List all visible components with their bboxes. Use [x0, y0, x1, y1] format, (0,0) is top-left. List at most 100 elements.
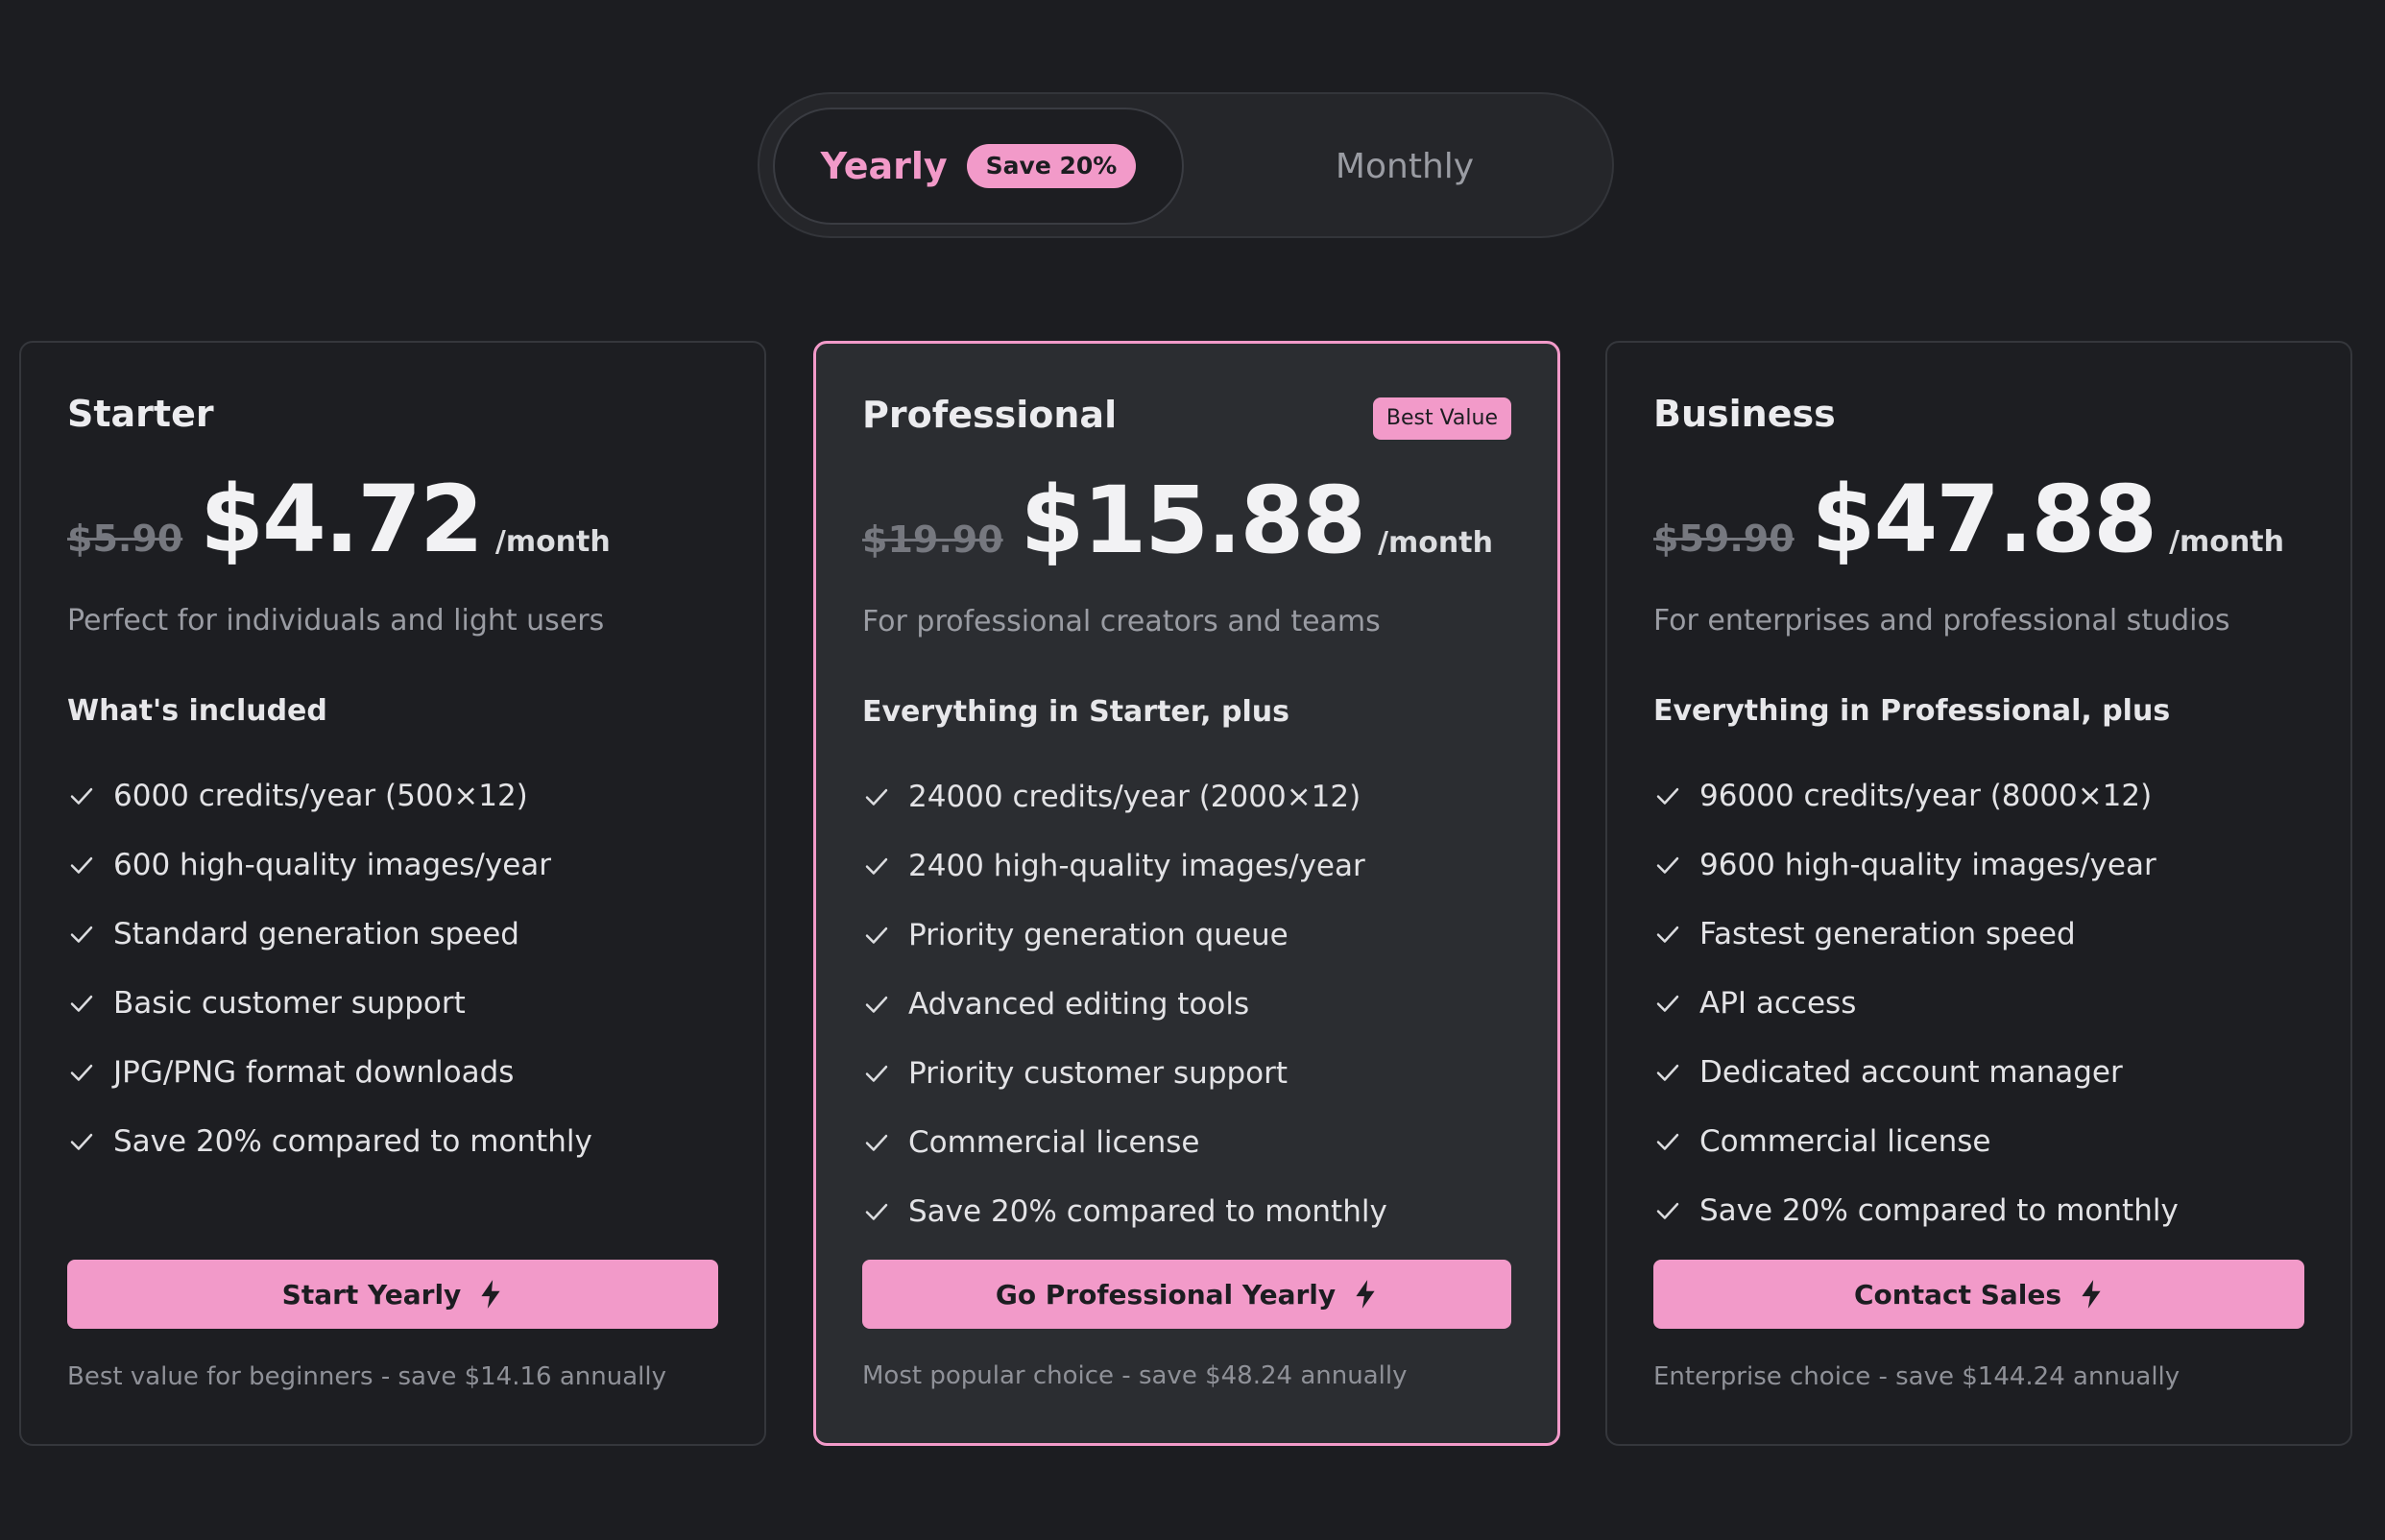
price-row: $19.90 $15.88 /month: [862, 467, 1493, 574]
best-value-badge: Best Value: [1372, 397, 1511, 440]
check-icon: [70, 1133, 93, 1150]
check-icon: [865, 996, 888, 1013]
price-period: /month: [1378, 526, 1493, 560]
go-professional-yearly-button[interactable]: Go Professional Yearly: [862, 1260, 1511, 1329]
feature-text: Priority generation queue: [908, 918, 1289, 952]
plan-description: Perfect for individuals and light users: [67, 604, 605, 638]
toggle-yearly-label: Yearly: [820, 145, 948, 187]
feature-item: Save 20% compared to monthly: [1653, 1176, 2179, 1245]
feature-text: Fastest generation speed: [1699, 917, 2076, 951]
feature-text: 600 high-quality images/year: [113, 848, 552, 882]
plan-footnote: Enterprise choice - save $144.24 annuall…: [1653, 1362, 2180, 1391]
plan-description: For professional creators and teams: [862, 605, 1381, 638]
feature-item: Save 20% compared to monthly: [862, 1177, 1387, 1246]
feature-item: Priority generation queue: [862, 901, 1387, 970]
start-yearly-button[interactable]: Start Yearly: [67, 1260, 718, 1329]
feature-item: Basic customer support: [67, 969, 592, 1038]
check-icon: [70, 926, 93, 943]
feature-text: 24000 credits/year (2000×12): [908, 780, 1361, 814]
check-icon: [1656, 1064, 1679, 1081]
check-icon: [865, 1203, 888, 1220]
discounted-price: $15.88: [1020, 467, 1366, 574]
original-price: $19.90: [862, 518, 1003, 561]
feature-text: API access: [1699, 986, 1857, 1021]
toggle-yearly-option[interactable]: Yearly Save 20%: [773, 108, 1184, 225]
check-icon: [1656, 787, 1679, 805]
discounted-price: $47.88: [1811, 466, 2157, 573]
discounted-price: $4.72: [200, 466, 484, 573]
check-icon: [865, 1065, 888, 1082]
plan-footnote: Most popular choice - save $48.24 annual…: [862, 1361, 1408, 1390]
feature-item: 6000 credits/year (500×12): [67, 761, 592, 830]
feature-item: 96000 credits/year (8000×12): [1653, 761, 2179, 830]
check-icon: [1656, 926, 1679, 943]
lightning-bolt-icon: [2082, 1280, 2101, 1309]
feature-text: 2400 high-quality images/year: [908, 849, 1365, 883]
included-heading: What's included: [67, 694, 327, 728]
lightning-bolt-icon: [481, 1280, 500, 1309]
price-period: /month: [2169, 525, 2284, 559]
feature-item: Standard generation speed: [67, 900, 592, 969]
feature-text: Save 20% compared to monthly: [908, 1194, 1387, 1229]
included-heading: Everything in Professional, plus: [1653, 694, 2171, 728]
feature-text: Save 20% compared to monthly: [113, 1124, 592, 1159]
feature-item: JPG/PNG format downloads: [67, 1038, 592, 1107]
check-icon: [1656, 1133, 1679, 1150]
feature-text: Save 20% compared to monthly: [1699, 1193, 2179, 1228]
price-period: /month: [494, 525, 611, 559]
feature-list: 6000 credits/year (500×12) 600 high-quali…: [67, 761, 592, 1176]
check-icon: [70, 856, 93, 874]
plan-card-professional: Professional Best Value $19.90 $15.88 /m…: [813, 341, 1560, 1446]
included-heading: Everything in Starter, plus: [862, 695, 1289, 729]
feature-text: Commercial license: [908, 1125, 1200, 1160]
feature-text: Commercial license: [1699, 1124, 1991, 1159]
contact-sales-button[interactable]: Contact Sales: [1653, 1260, 2304, 1329]
feature-text: Standard generation speed: [113, 917, 519, 951]
feature-item: Save 20% compared to monthly: [67, 1107, 592, 1176]
feature-text: 96000 credits/year (8000×12): [1699, 779, 2153, 813]
check-icon: [865, 926, 888, 944]
plan-card-business: Business $59.90 $47.88 /month For enterp…: [1605, 341, 2352, 1446]
feature-text: 6000 credits/year (500×12): [113, 779, 528, 813]
feature-list: 96000 credits/year (8000×12) 9600 high-qu…: [1653, 761, 2179, 1245]
toggle-monthly-option[interactable]: Monthly: [1211, 108, 1599, 225]
feature-item: Fastest generation speed: [1653, 900, 2179, 969]
plan-name: Professional: [862, 394, 1118, 436]
feature-text: 9600 high-quality images/year: [1699, 848, 2156, 882]
feature-list: 24000 credits/year (2000×12) 2400 high-qu…: [862, 762, 1387, 1246]
plan-footnote: Best value for beginners - save $14.16 a…: [67, 1362, 666, 1391]
check-icon: [865, 1134, 888, 1151]
feature-item: 2400 high-quality images/year: [862, 831, 1387, 901]
feature-text: Dedicated account manager: [1699, 1055, 2123, 1090]
original-price: $5.90: [67, 517, 183, 560]
plan-description: For enterprises and professional studios: [1653, 604, 2230, 638]
plan-name: Business: [1653, 393, 1836, 435]
check-icon: [70, 995, 93, 1012]
cta-label: Contact Sales: [1853, 1278, 2062, 1311]
feature-item: 9600 high-quality images/year: [1653, 830, 2179, 900]
feature-item: Dedicated account manager: [1653, 1038, 2179, 1107]
cta-label: Go Professional Yearly: [995, 1278, 1337, 1311]
check-icon: [1656, 856, 1679, 874]
save-badge: Save 20%: [966, 144, 1137, 188]
original-price: $59.90: [1653, 517, 1795, 560]
feature-text: Basic customer support: [113, 986, 466, 1021]
plan-name: Starter: [67, 393, 214, 435]
price-row: $59.90 $47.88 /month: [1653, 466, 2284, 573]
feature-item: Commercial license: [1653, 1107, 2179, 1176]
check-icon: [865, 788, 888, 806]
lightning-bolt-icon: [1356, 1280, 1375, 1309]
feature-item: 600 high-quality images/year: [67, 830, 592, 900]
feature-text: JPG/PNG format downloads: [113, 1055, 515, 1090]
feature-item: Commercial license: [862, 1108, 1387, 1177]
feature-text: Priority customer support: [908, 1056, 1289, 1091]
check-icon: [865, 857, 888, 875]
feature-item: API access: [1653, 969, 2179, 1038]
feature-item: Advanced editing tools: [862, 970, 1387, 1039]
check-icon: [70, 787, 93, 805]
feature-item: Priority customer support: [862, 1039, 1387, 1108]
billing-toggle: Yearly Save 20% Monthly: [758, 92, 1614, 238]
check-icon: [70, 1064, 93, 1081]
check-icon: [1656, 1202, 1679, 1219]
price-row: $5.90 $4.72 /month: [67, 466, 611, 573]
